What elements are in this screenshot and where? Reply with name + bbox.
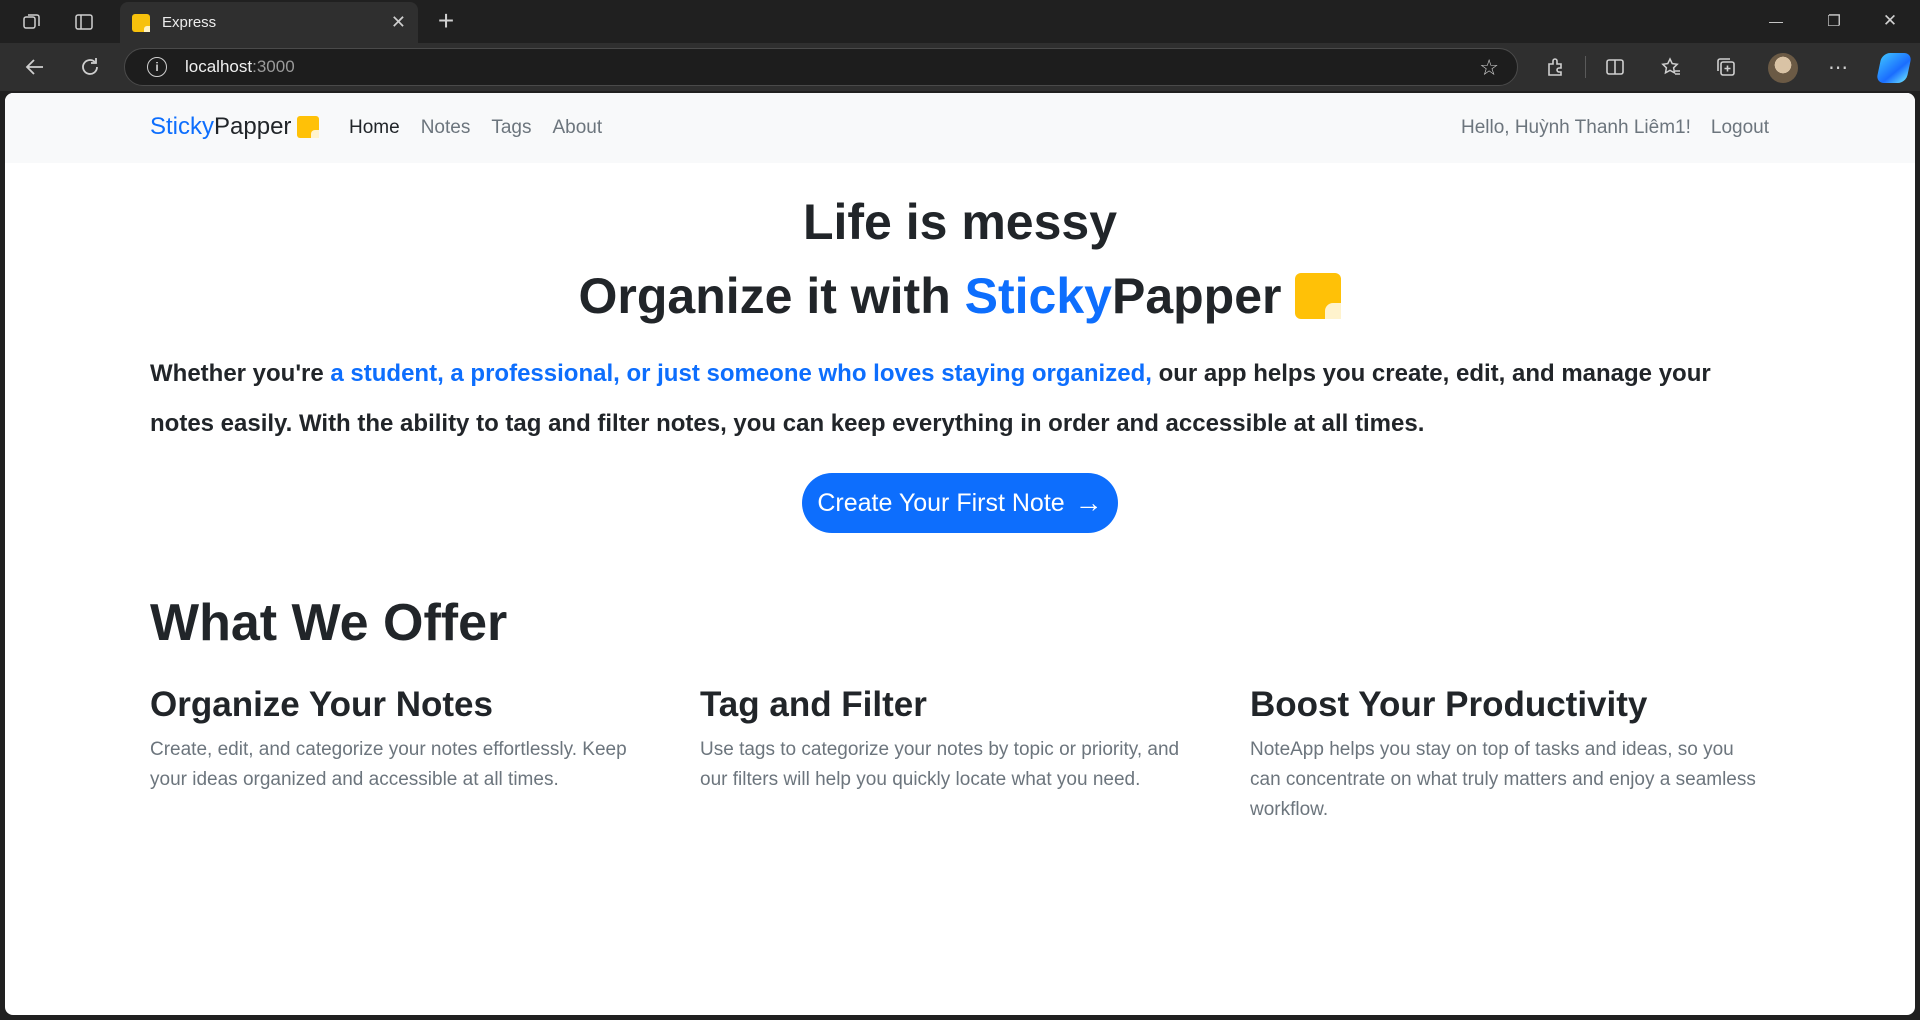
cta-label: Create Your First Note (817, 488, 1065, 517)
intro-highlight: a student, a professional, or just someo… (330, 360, 1152, 387)
feature-text: Use tags to categorize your notes by top… (700, 739, 1180, 790)
feature-productivity: Boost Your Productivity NoteApp helps yo… (1250, 685, 1760, 825)
tab-close-icon[interactable]: ✕ (391, 12, 406, 33)
sticky-note-icon (1295, 273, 1342, 319)
feature-organize: Organize Your Notes Create, edit, and ca… (150, 685, 660, 795)
back-icon[interactable] (20, 53, 50, 81)
sticky-note-favicon-icon (132, 13, 150, 32)
feature-title: Organize Your Notes (150, 685, 493, 724)
favorites-icon[interactable] (1656, 53, 1686, 81)
site-navbar: Sticky Papper Home Notes Tags About Hello… (5, 93, 1915, 163)
nav-link-about[interactable]: About (552, 117, 602, 139)
page-viewport: Sticky Papper Home Notes Tags About Hello… (5, 93, 1915, 1015)
tab-title: Express (162, 14, 217, 31)
nav-links: Home Notes Tags About (349, 117, 602, 139)
user-menu: Hello, Huỳnh Thanh Liêm1! Logout (1461, 117, 1769, 139)
url-port: :3000 (252, 57, 295, 76)
brand-logo[interactable]: Sticky Papper (150, 113, 320, 141)
hero-subheadline: Organize it with Sticky Papper (5, 267, 1915, 325)
feature-title: Tag and Filter (700, 685, 927, 724)
extensions-icon[interactable] (1540, 53, 1570, 81)
nav-link-tags[interactable]: Tags (491, 117, 531, 139)
tab-express[interactable]: Express ✕ (120, 2, 418, 43)
site-info-icon[interactable]: i (147, 57, 167, 77)
offer-section-title: What We Offer (150, 594, 508, 652)
feature-tag-filter: Tag and Filter Use tags to categorize yo… (700, 685, 1210, 795)
profile-avatar[interactable] (1768, 53, 1798, 83)
new-tab-button[interactable]: + (430, 4, 462, 38)
split-screen-icon[interactable] (1600, 53, 1630, 81)
feature-text: Create, edit, and categorize your notes … (150, 739, 627, 790)
brand-sticky: Sticky (150, 113, 215, 140)
restore-icon[interactable]: ❐ (1814, 8, 1854, 34)
browser-tab-bar: Express ✕ + — ❐ ✕ (0, 0, 1920, 43)
address-bar[interactable]: i localhost:3000 ☆ (124, 48, 1518, 86)
brand-papper: Papper (214, 113, 292, 140)
minimize-icon[interactable]: — (1756, 8, 1796, 34)
intro-part1: Whether you're (150, 360, 331, 387)
arrow-right-icon: → (1074, 487, 1103, 518)
hero-headline: Life is messy (802, 194, 1118, 250)
intro-paragraph: Whether you're a student, a professional… (150, 349, 1780, 449)
create-first-note-button[interactable]: Create Your First Note → (802, 473, 1118, 533)
toolbar-separator (1585, 56, 1586, 78)
hero-brand-papper: Papper (1111, 268, 1282, 324)
nav-link-home[interactable]: Home (349, 117, 400, 139)
feature-text: NoteApp helps you stay on top of tasks a… (1250, 739, 1756, 820)
feature-title: Boost Your Productivity (1250, 685, 1648, 724)
close-window-icon[interactable]: ✕ (1870, 8, 1910, 34)
hero-brand-sticky: Sticky (964, 268, 1112, 324)
reload-icon[interactable] (75, 53, 105, 81)
collections-icon[interactable] (1711, 53, 1741, 81)
browser-toolbar: i localhost:3000 ☆ ⋯ (0, 43, 1920, 91)
more-options-icon[interactable]: ⋯ (1823, 53, 1853, 81)
copilot-icon[interactable] (1875, 53, 1913, 83)
user-greeting: Hello, Huỳnh Thanh Liêm1! (1460, 117, 1691, 138)
nav-link-notes[interactable]: Notes (421, 117, 471, 139)
url-host: localhost (185, 57, 253, 76)
logout-link[interactable]: Logout (1711, 117, 1769, 139)
workspaces-icon[interactable] (18, 9, 46, 35)
sticky-note-icon (297, 116, 320, 138)
hero-prefix: Organize it with (578, 268, 965, 324)
favorite-star-icon[interactable]: ☆ (1479, 55, 1499, 81)
tab-actions-icon[interactable] (70, 9, 98, 35)
